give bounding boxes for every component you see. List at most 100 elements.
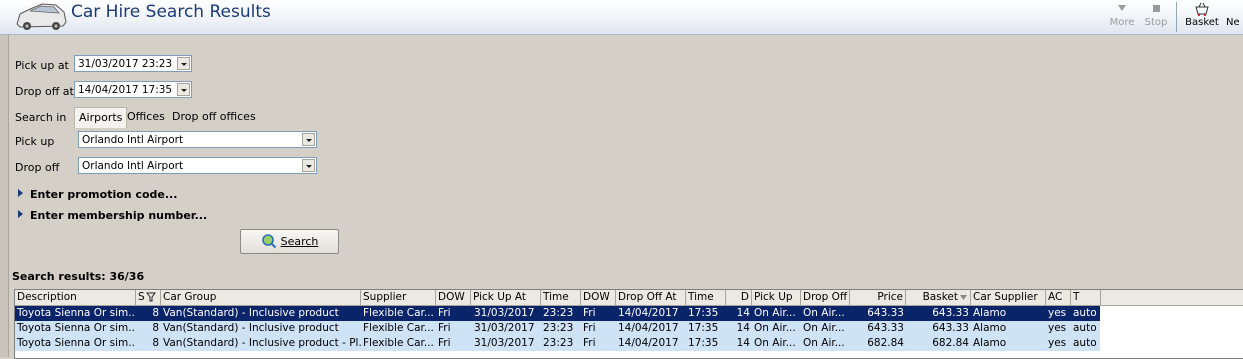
pickup-at-field[interactable]: 31/03/2017 23:23 (74, 55, 192, 72)
col-transmission[interactable]: T (1071, 290, 1101, 305)
grid-header: Description S Car Group Supplier DOW Pic… (15, 290, 1243, 306)
cell-pick-up-at: 31/03/2017 (474, 337, 535, 349)
header-bar: Car Hire Search Results More Stop Basket… (0, 0, 1243, 35)
cell-days: 14 (736, 307, 750, 319)
cell-price: 643.33 (867, 322, 904, 334)
cell-price: 682.84 (867, 337, 904, 349)
dropoff-value: Orlando Intl Airport (82, 160, 184, 172)
cell-days: 14 (736, 322, 750, 334)
basket-label: Basket (1185, 17, 1219, 28)
promotion-code-expander[interactable]: Enter promotion code... (18, 188, 177, 201)
cell-basket: 643.33 (932, 322, 969, 334)
col-dow-pickup[interactable]: DOW (436, 290, 471, 305)
cell-description: Toyota Sienna Or sim... (17, 322, 136, 334)
col-dow-dropoff[interactable]: DOW (581, 290, 616, 305)
pickup-at-value: 31/03/2017 23:23 (78, 58, 173, 70)
table-row[interactable]: Toyota Sienna Or sim... 8 Van(Standard) … (15, 321, 1100, 336)
tab-offices[interactable]: Offices (123, 107, 169, 127)
stop-label: Stop (1144, 17, 1168, 28)
col-pick-up-at[interactable]: Pick Up At (471, 290, 541, 305)
expand-arrow-icon (18, 189, 23, 197)
dropoff-at-label: Drop off at (15, 85, 74, 98)
toolbar-separator (1176, 2, 1177, 32)
col-s[interactable]: S (136, 290, 161, 305)
cell-transmission: auto (1073, 307, 1097, 319)
tab-airports[interactable]: Airports (74, 107, 128, 128)
cell-transmission: auto (1073, 337, 1097, 349)
col-s-label: S (138, 291, 145, 303)
search-button[interactable]: Search (240, 229, 339, 254)
cell-dow-dropoff: Fri (583, 337, 596, 349)
cell-supplier: Flexible Car... (363, 322, 434, 334)
col-time-pickup[interactable]: Time (541, 290, 581, 305)
cell-ac: yes (1048, 337, 1067, 349)
dropoff-at-field[interactable]: 14/04/2017 17:35 (74, 81, 192, 98)
pickup-select[interactable]: Orlando Intl Airport (78, 131, 317, 148)
stop-button[interactable]: Stop (1142, 1, 1170, 33)
col-car-supplier[interactable]: Car Supplier (971, 290, 1046, 305)
next-button[interactable]: Ne (1226, 1, 1243, 33)
table-row[interactable]: Toyota Sienna Or sim... 8 Van(Standard) … (15, 336, 1100, 351)
cell-ac: yes (1048, 322, 1067, 334)
cell-drop-off-at: 14/04/2017 (618, 307, 679, 319)
cell-car-supplier: Alamo (973, 337, 1007, 349)
col-price[interactable]: Price (850, 290, 906, 305)
cell-pick-up-at: 31/03/2017 (474, 322, 535, 334)
pickup-label: Pick up (15, 135, 55, 148)
col-description[interactable]: Description (15, 290, 136, 305)
sort-desc-icon (960, 295, 967, 300)
filter-icon (146, 292, 156, 302)
dropoff-select[interactable]: Orlando Intl Airport (78, 157, 317, 174)
col-basket[interactable]: Basket (906, 290, 971, 305)
membership-number-expander[interactable]: Enter membership number... (18, 209, 207, 222)
cell-time-dropoff: 17:35 (688, 337, 719, 349)
search-in-label: Search in (15, 111, 67, 124)
more-label: More (1109, 17, 1135, 28)
results-grid[interactable]: Description S Car Group Supplier DOW Pic… (14, 289, 1243, 359)
cell-drop-off-at: 14/04/2017 (618, 337, 679, 349)
cell-drop-off: On Air... (803, 322, 845, 334)
basket-button[interactable]: Basket (1183, 1, 1221, 33)
cell-dow-pickup: Fri (438, 322, 451, 334)
pickup-dropdown-icon[interactable] (302, 133, 315, 146)
cell-time-pickup: 23:23 (543, 337, 574, 349)
col-pick-up[interactable]: Pick Up (752, 290, 801, 305)
table-row[interactable]: Toyota Sienna Or sim... 8 Van(Standard) … (15, 306, 1100, 321)
col-days[interactable]: D (726, 290, 752, 305)
cell-price: 643.33 (867, 307, 904, 319)
col-time-dropoff[interactable]: Time (686, 290, 726, 305)
promotion-code-label: Enter promotion code... (30, 188, 178, 201)
page-title: Car Hire Search Results (71, 2, 271, 22)
col-car-group[interactable]: Car Group (161, 290, 361, 305)
cell-supplier: Flexible Car... (363, 307, 434, 319)
pickup-at-dropdown-icon[interactable] (177, 57, 190, 70)
cell-time-dropoff: 17:35 (688, 307, 719, 319)
cell-drop-off: On Air... (803, 337, 845, 349)
expand-arrow-icon (18, 210, 23, 218)
dropoff-dropdown-icon[interactable] (302, 159, 315, 172)
more-button[interactable]: More (1107, 1, 1137, 33)
col-drop-off[interactable]: Drop Off (801, 290, 850, 305)
dropoff-at-dropdown-icon[interactable] (177, 83, 190, 96)
cell-pick-up: On Air... (754, 337, 796, 349)
cell-pick-up: On Air... (754, 307, 796, 319)
cell-seats: 8 (152, 307, 159, 319)
cell-supplier: Flexible Car... (363, 337, 434, 349)
pickup-at-label: Pick up at (15, 59, 69, 72)
col-basket-label: Basket (922, 291, 958, 303)
search-icon (261, 234, 276, 249)
search-button-label: Search (280, 235, 319, 248)
cell-seats: 8 (152, 322, 159, 334)
col-supplier[interactable]: Supplier (361, 290, 436, 305)
cell-basket: 643.33 (932, 307, 969, 319)
cell-dow-pickup: Fri (438, 337, 451, 349)
car-logo-icon (16, 3, 67, 30)
tab-drop-off-offices[interactable]: Drop off offices (168, 107, 260, 127)
cell-car-group: Van(Standard) - Inclusive product - Pl..… (163, 337, 361, 349)
basket-icon (1195, 2, 1209, 16)
col-ac[interactable]: AC (1046, 290, 1071, 305)
col-drop-off-at[interactable]: Drop Off At (616, 290, 686, 305)
cell-days: 14 (736, 337, 750, 349)
cell-basket: 682.84 (932, 337, 969, 349)
cell-pick-up-at: 31/03/2017 (474, 307, 535, 319)
